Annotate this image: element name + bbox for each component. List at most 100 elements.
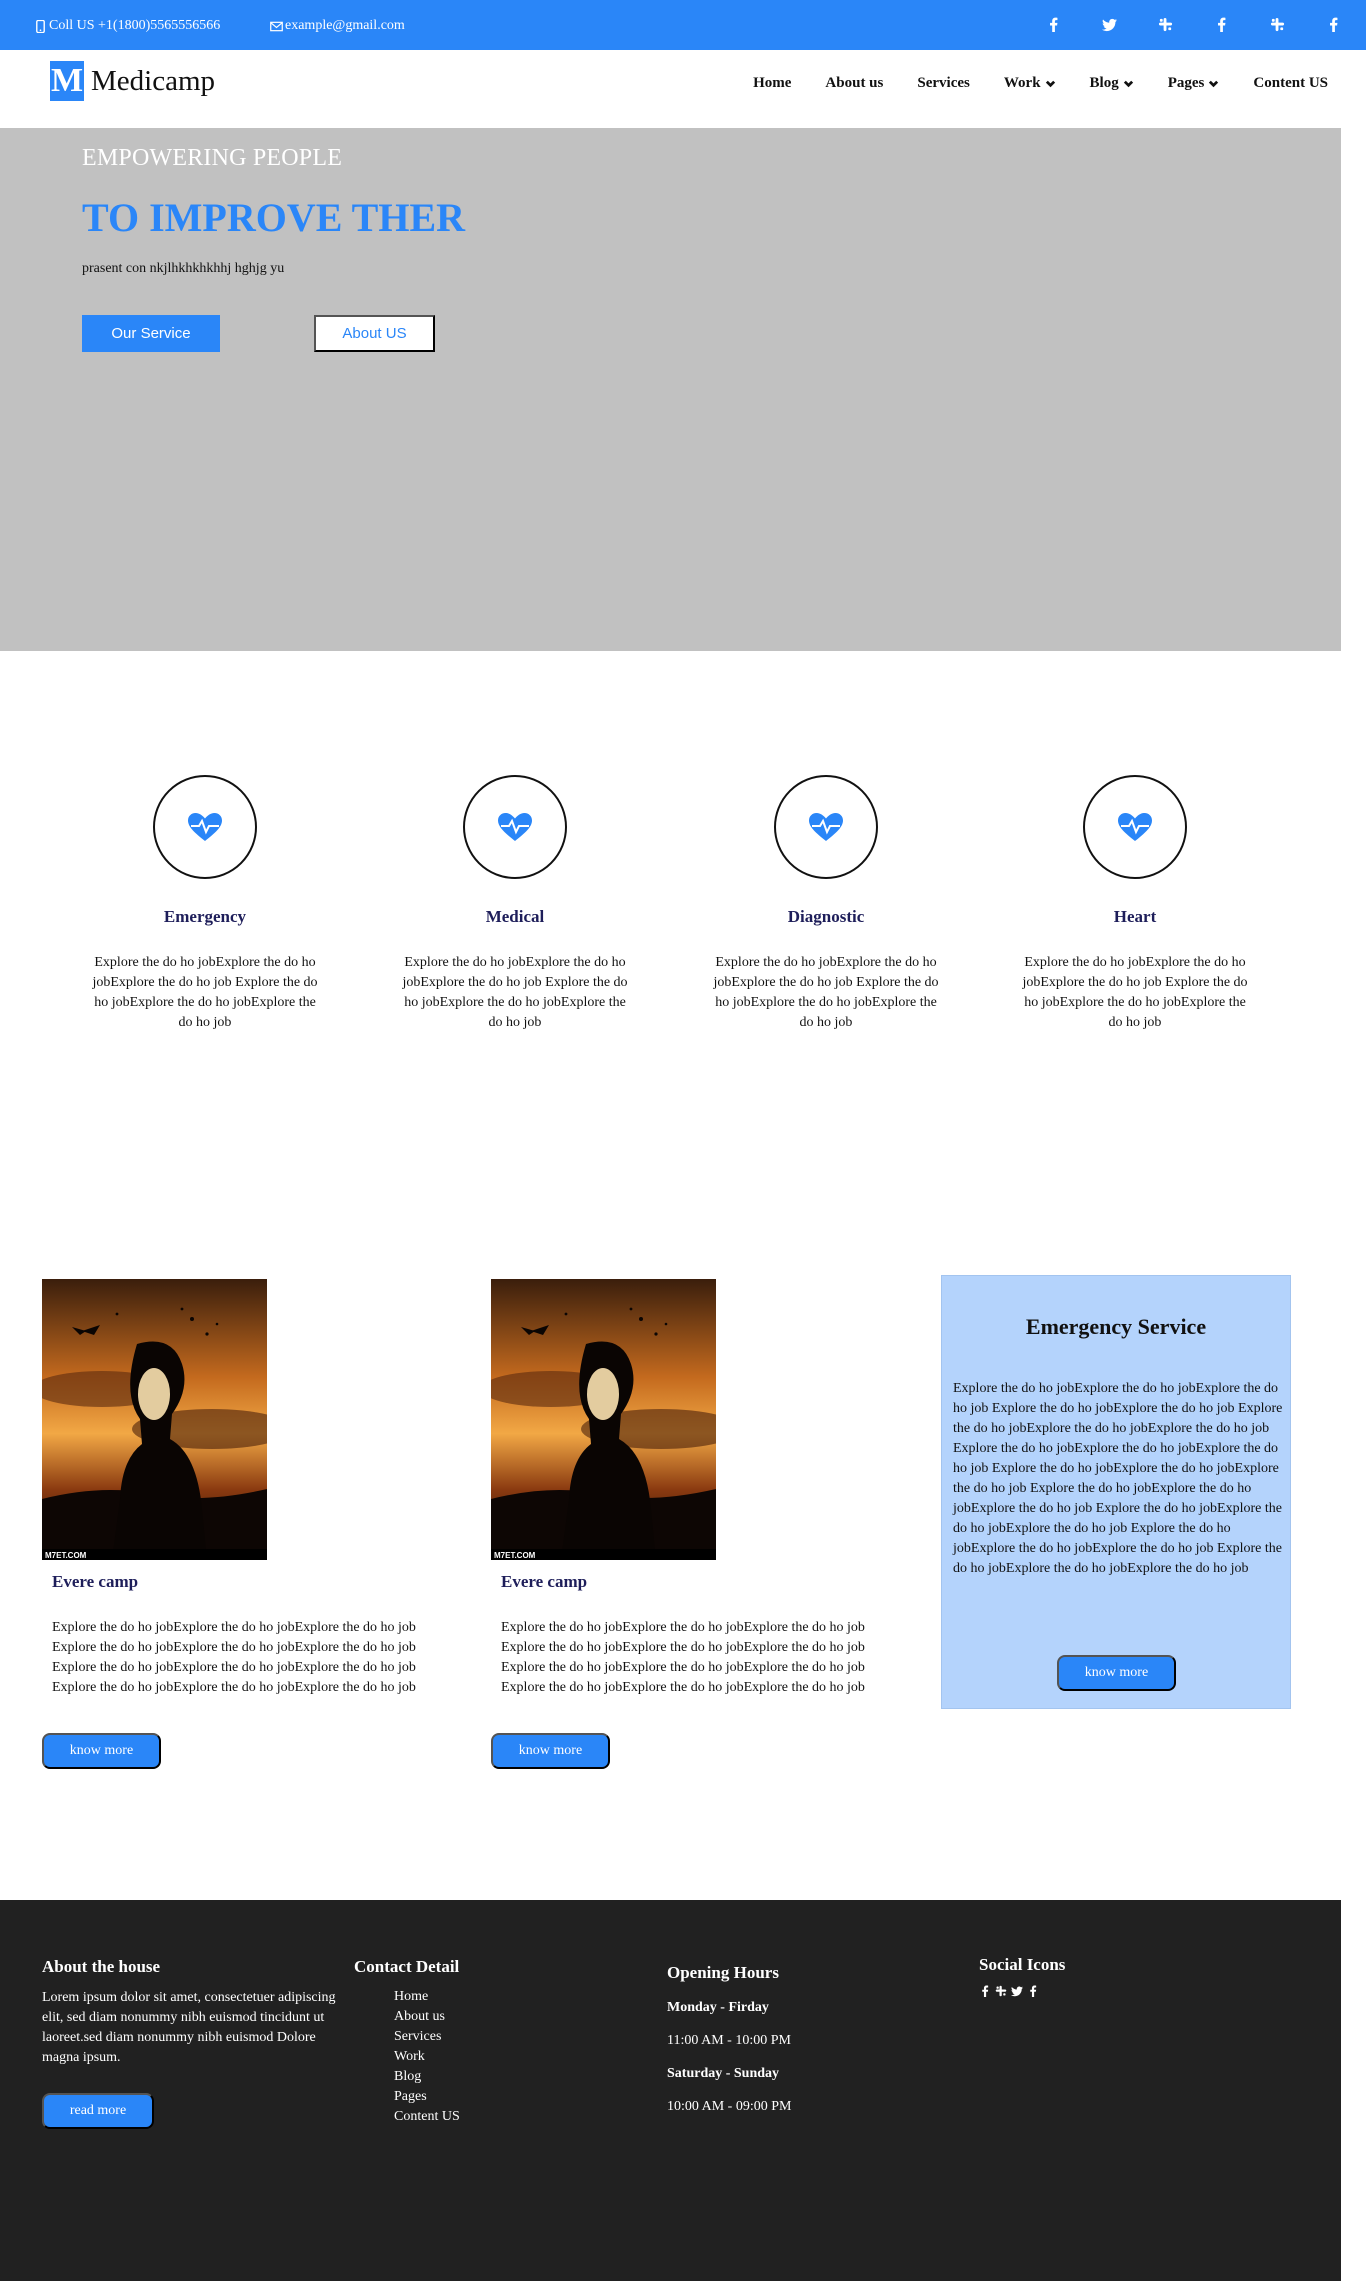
- footer-heading: Social Icons: [979, 1955, 1066, 1974]
- know-more-button[interactable]: know more: [42, 1733, 161, 1769]
- feature-icon-circle: [774, 775, 878, 879]
- top-bar: Coll US +1(1800)5565556566 example@gmail…: [0, 0, 1366, 50]
- hero-kicker: EMPOWERING PEOPLE: [82, 145, 343, 171]
- logo-mark: M: [50, 61, 84, 101]
- nav-item-label: Blog: [1089, 75, 1119, 91]
- card-text: Explore the do ho jobExplore the do ho j…: [52, 1620, 416, 1695]
- feature-text: Explore the do ho jobExplore the do ho j…: [713, 955, 939, 1030]
- card-text: Explore the do ho jobExplore the do ho j…: [501, 1620, 865, 1695]
- logo-text: Medicamp: [91, 64, 216, 97]
- email-contact[interactable]: example@gmail.com: [270, 18, 405, 34]
- feature-icon-circle: [463, 775, 567, 879]
- feature-text: Explore the do ho jobExplore the do ho j…: [402, 955, 628, 1030]
- about-us-button[interactable]: About US: [314, 315, 435, 352]
- read-more-button[interactable]: read more: [42, 2093, 154, 2129]
- footer: About the house Lorem ipsum dolor sit am…: [0, 1900, 1341, 2281]
- footer-hours: Opening Hours Monday - Firday 11:00 AM -…: [667, 1963, 791, 2115]
- camp-card: M7ET.COM Evere camp Explore the do ho jo…: [491, 1279, 901, 1769]
- footer-about: About the house Lorem ipsum dolor sit am…: [42, 1957, 342, 2129]
- phone-contact[interactable]: Coll US +1(1800)5565556566: [34, 18, 220, 34]
- footer-social: Social Icons: [979, 1955, 1065, 1998]
- chevron-down-icon: [1209, 80, 1219, 88]
- nav-item-content-us[interactable]: Content US: [1253, 75, 1328, 92]
- feature-text: Explore the do ho jobExplore the do ho j…: [92, 955, 318, 1030]
- feature-medical: Medical Explore the do ho jobExplore the…: [385, 775, 645, 1033]
- twitter-icon[interactable]: [1011, 1984, 1023, 1998]
- footer-heading: Contact Detail: [354, 1957, 460, 1976]
- nav-item-pages[interactable]: Pages: [1168, 75, 1220, 92]
- nav-item-blog[interactable]: Blog: [1090, 75, 1134, 92]
- know-more-button[interactable]: know more: [1057, 1655, 1176, 1691]
- top-social-links: [1046, 16, 1341, 32]
- image-caption: M7ET.COM: [494, 1551, 536, 1560]
- silhouette-image: M7ET.COM: [491, 1279, 716, 1560]
- nav-item-services[interactable]: Services: [917, 75, 969, 92]
- footer-social-icons: [979, 1984, 1065, 1998]
- footer-heading: Opening Hours: [667, 1963, 779, 1982]
- hero-headline: TO IMPROVE THER: [82, 195, 466, 240]
- footer-links: Home About us Services Work Blog Pages C…: [394, 1987, 460, 2127]
- feature-heart: Heart Explore the do ho jobExplore the d…: [1005, 775, 1265, 1033]
- hero-banner: EMPOWERING PEOPLE TO IMPROVE THER prasen…: [0, 128, 1341, 651]
- weekend-label: Saturday - Sunday: [667, 2066, 780, 2081]
- footer-link-home[interactable]: Home: [394, 1987, 460, 2007]
- weekday-label: Monday - Firday: [667, 2000, 769, 2015]
- footer-link-work[interactable]: Work: [394, 2047, 460, 2067]
- logo[interactable]: M Medicamp: [50, 61, 215, 101]
- feature-title: Medical: [485, 907, 545, 926]
- feature-title: Heart: [1113, 907, 1157, 926]
- facebook-icon[interactable]: [979, 1984, 991, 1998]
- nav-item-label: Pages: [1167, 75, 1205, 91]
- emergency-text: Explore the do ho jobExplore the do ho j…: [953, 1381, 1283, 1576]
- footer-about-text: Lorem ipsum dolor sit amet, consectetuer…: [42, 1990, 336, 2065]
- silhouette-image: M7ET.COM: [42, 1279, 267, 1560]
- nav-menu: Home About us Services Work Blog Pages C…: [753, 75, 1328, 92]
- footer-link-about[interactable]: About us: [394, 2007, 460, 2027]
- footer-link-blog[interactable]: Blog: [394, 2067, 460, 2087]
- emergency-service-panel: Emergency Service Explore the do ho jobE…: [941, 1275, 1291, 1709]
- phone-text: Coll US +1(1800)5565556566: [49, 18, 221, 33]
- nav-item-work[interactable]: Work: [1004, 75, 1056, 92]
- slack-icon[interactable]: [995, 1984, 1007, 1998]
- facebook-icon[interactable]: [1214, 16, 1229, 32]
- nav-item-home[interactable]: Home: [753, 75, 791, 92]
- chevron-down-icon: [1045, 80, 1055, 88]
- main-navbar: M Medicamp Home About us Services Work B…: [0, 50, 1366, 128]
- feature-icon-circle: [1083, 775, 1187, 879]
- feature-emergency: Emergency Explore the do ho jobExplore t…: [75, 775, 335, 1033]
- footer-link-services[interactable]: Services: [394, 2027, 460, 2047]
- our-service-button[interactable]: Our Service: [82, 315, 220, 352]
- hero-subtitle: prasent con nkjlhkhkhkhhj hghjg yu: [82, 261, 285, 276]
- nav-item-label: Services: [917, 75, 970, 91]
- nav-item-about[interactable]: About us: [825, 75, 883, 92]
- nav-item-label: About us: [825, 75, 884, 91]
- twitter-icon[interactable]: [1102, 16, 1117, 32]
- footer-link-pages[interactable]: Pages: [394, 2087, 460, 2107]
- card-title: Evere camp: [52, 1572, 139, 1591]
- card-title: Evere camp: [501, 1572, 588, 1591]
- know-more-button[interactable]: know more: [491, 1733, 610, 1769]
- heartbeat-icon: [809, 813, 843, 841]
- weekday-time: 11:00 AM - 10:00 PM: [667, 2033, 791, 2048]
- heartbeat-icon: [188, 813, 222, 841]
- facebook-icon[interactable]: [1027, 1984, 1039, 1998]
- heartbeat-icon: [498, 813, 532, 841]
- footer-link-content-us[interactable]: Content US: [394, 2107, 460, 2127]
- footer-heading: About the house: [42, 1957, 161, 1976]
- weekend-time: 10:00 AM - 09:00 PM: [667, 2099, 792, 2114]
- nav-item-label: Work: [1003, 75, 1041, 91]
- feature-text: Explore the do ho jobExplore the do ho j…: [1022, 955, 1248, 1030]
- nav-item-label: Home: [753, 75, 792, 91]
- facebook-icon[interactable]: [1326, 16, 1341, 32]
- slack-icon[interactable]: [1158, 16, 1173, 32]
- slack-icon[interactable]: [1270, 16, 1285, 32]
- feature-diagnostic: Diagnostic Explore the do ho jobExplore …: [696, 775, 956, 1033]
- feature-title: Emergency: [163, 907, 247, 926]
- envelope-icon: [270, 21, 283, 31]
- facebook-icon[interactable]: [1046, 16, 1061, 32]
- camp-card: M7ET.COM Evere camp Explore the do ho jo…: [42, 1279, 452, 1769]
- chevron-down-icon: [1123, 80, 1133, 88]
- footer-contact: Contact Detail Home About us Services Wo…: [354, 1957, 460, 2127]
- image-caption: M7ET.COM: [45, 1551, 87, 1560]
- feature-icon-circle: [153, 775, 257, 879]
